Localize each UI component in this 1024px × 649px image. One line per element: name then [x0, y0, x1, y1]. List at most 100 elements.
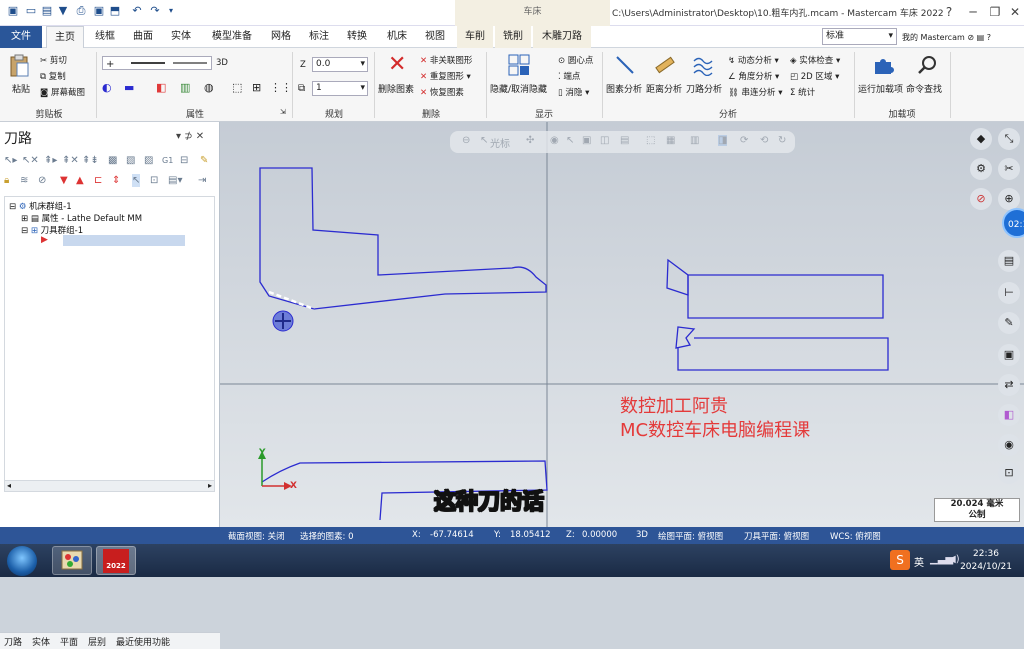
scroll-icon[interactable]: ⇕: [112, 174, 120, 187]
tree-node-properties[interactable]: ⊞ ▤ 属性 - Lathe Default MM: [21, 212, 142, 224]
tab-transform[interactable]: 转换: [340, 26, 374, 48]
autocursor-lock-icon[interactable]: ⊖: [462, 135, 470, 146]
workspace-select[interactable]: 标准 ▾: [822, 28, 897, 45]
toolpath-analysis-icon[interactable]: [692, 54, 714, 79]
fit-icon[interactable]: ⊡: [998, 462, 1020, 484]
tab-model-prep[interactable]: 模型准备: [204, 26, 260, 48]
active-select-icon[interactable]: ◨: [718, 135, 728, 146]
window-select-icon[interactable]: ⬚: [646, 135, 655, 146]
cursor-mode-icon[interactable]: ↖: [480, 135, 488, 146]
distance-analysis-icon[interactable]: [654, 54, 676, 79]
view-cube-icon[interactable]: ◆: [970, 128, 992, 150]
select-mode-icon[interactable]: ↖: [132, 174, 141, 187]
tab-solids[interactable]: 实体: [164, 26, 198, 48]
mirror-icon[interactable]: ⇄: [998, 374, 1020, 396]
select-all-icon[interactable]: ↖▸: [4, 154, 17, 167]
image-icon[interactable]: ▣: [998, 344, 1020, 366]
close-button[interactable]: ✕: [1004, 2, 1024, 22]
tree-node-machine-group[interactable]: ⊟ ⚙ 机床群组-1: [9, 200, 72, 212]
tool-insert-1[interactable]: [666, 258, 689, 296]
restore-button[interactable]: ❐: [984, 2, 1006, 22]
layers-icon[interactable]: ▤: [998, 250, 1020, 272]
select-face-icon[interactable]: ▣: [582, 135, 591, 146]
my-mastercam-link[interactable]: 我的 Mastercam ⊘ ▤ ?: [902, 32, 991, 43]
insert-arrow-icon[interactable]: ⊏: [94, 174, 102, 187]
cmd-find-button[interactable]: 命令查找: [906, 82, 942, 95]
tab-turning[interactable]: 车削: [457, 26, 493, 48]
select-dirty-icon[interactable]: ⇞✕: [62, 154, 79, 167]
open-file-icon[interactable]: ▤: [40, 4, 54, 18]
set-all-icon[interactable]: ⊞: [252, 81, 261, 94]
customize-qa-icon[interactable]: ▾: [164, 4, 178, 18]
move-up-icon[interactable]: ▲: [76, 174, 84, 187]
tab-home[interactable]: 主页: [46, 26, 84, 48]
level-input[interactable]: 1 ▾: [312, 81, 368, 96]
mode-3d[interactable]: 3D: [636, 530, 648, 540]
sync-icon[interactable]: ⟲: [760, 135, 768, 146]
three-d-toggle[interactable]: 3D: [216, 58, 228, 68]
duplicate-button[interactable]: ✕ 重复图形 ▾: [420, 70, 471, 82]
angle-analysis-button[interactable]: ∠ 角度分析 ▾: [728, 70, 779, 82]
scroll-right-icon[interactable]: ▸: [208, 481, 212, 490]
expand-icon[interactable]: ⇥: [198, 174, 206, 187]
restore-entities-button[interactable]: ✕ 恢复图素: [420, 86, 464, 98]
verify-icon[interactable]: ▧: [126, 154, 135, 167]
cursor-mode-label[interactable]: 光标: [490, 135, 510, 150]
toggle-post-icon[interactable]: ⊘: [38, 174, 46, 187]
tab-drafting[interactable]: 标注: [302, 26, 336, 48]
attributes-launcher-icon[interactable]: ⇲: [280, 108, 286, 116]
delete-x-icon[interactable]: ✕: [388, 54, 406, 76]
select-edge-icon[interactable]: ◫: [600, 135, 609, 146]
horizontal-scrollbar[interactable]: ◂ ▸: [4, 480, 215, 492]
point-color-icon[interactable]: ◐: [102, 81, 112, 94]
tab-file[interactable]: 文件: [0, 26, 42, 48]
move-down-icon[interactable]: ▼: [60, 174, 68, 187]
ime-mode[interactable]: 英: [914, 554, 924, 569]
edit-icon[interactable]: ✎: [200, 154, 208, 167]
tool-holder-2[interactable]: [677, 337, 889, 371]
endpoints-button[interactable]: ⁚ 端点: [558, 70, 580, 82]
chain-analysis-button[interactable]: ⛓ 串连分析 ▾: [728, 86, 783, 98]
clear-color-icon[interactable]: ⬚: [232, 81, 242, 94]
wcs-status[interactable]: WCS: 俯视图: [830, 530, 881, 542]
part-profile-outline[interactable]: [259, 167, 547, 310]
tray-clock[interactable]: 22:36 2024/10/21: [960, 548, 1012, 574]
view-options-icon[interactable]: ▤▾: [168, 174, 182, 187]
tab-surfaces[interactable]: 曲面: [126, 26, 160, 48]
rotate-icon[interactable]: ⟳: [740, 135, 748, 146]
select-failed-icon[interactable]: ⇞▸: [44, 154, 57, 167]
taskbar-app-mastercam[interactable]: 2022: [96, 546, 136, 575]
surface-color-icon[interactable]: ▥: [180, 81, 190, 94]
start-button[interactable]: [7, 546, 37, 576]
selected-chain-segment[interactable]: [268, 290, 315, 311]
toolpath-analysis-button[interactable]: 刀路分析: [686, 82, 722, 95]
section-view-status[interactable]: 截面视图: 关闭: [228, 530, 285, 542]
tab-view[interactable]: 视图: [418, 26, 452, 48]
save-as-icon[interactable]: ▣: [92, 4, 106, 18]
tab-mesh[interactable]: 网格: [264, 26, 298, 48]
material-icon[interactable]: ◍: [204, 81, 214, 94]
attribute-grid-icon[interactable]: ⋮⋮: [270, 81, 292, 94]
z-depth-input[interactable]: 0.0 ▾: [312, 57, 368, 72]
minimize-button[interactable]: ─: [962, 2, 984, 22]
line-color-icon[interactable]: ▬: [124, 81, 134, 94]
grid-select-icon[interactable]: ▦: [666, 135, 675, 146]
copy-button[interactable]: ⧉ 复制: [40, 70, 66, 82]
tab-toolpaths[interactable]: 刀路: [4, 635, 22, 648]
sogou-ime-icon[interactable]: S: [890, 550, 910, 570]
backplot-icon[interactable]: ▩: [108, 154, 117, 167]
select-arrow-icon[interactable]: ↖: [566, 135, 574, 146]
entity-analysis-button[interactable]: 图素分析: [606, 82, 642, 95]
regen-icon[interactable]: ⇞⇟: [82, 154, 99, 167]
solid-check-button[interactable]: ◈ 实体检查 ▾: [790, 54, 840, 66]
select-body-icon[interactable]: ▤: [620, 135, 629, 146]
volume-icon[interactable]: ◀): [948, 554, 960, 565]
simulate-icon[interactable]: ▨: [144, 154, 153, 167]
pencil-icon[interactable]: ✎: [998, 312, 1020, 334]
help-button[interactable]: ?: [938, 2, 960, 22]
delete-entities-button[interactable]: 删除图素: [378, 82, 414, 95]
panel-controls[interactable]: ▾ ⊅ ✕: [176, 131, 204, 142]
dynamic-analysis-button[interactable]: ↯ 动态分析 ▾: [728, 54, 779, 66]
settings-gear-icon[interactable]: ⚙: [970, 158, 992, 180]
hide-show-icon[interactable]: [508, 54, 530, 79]
